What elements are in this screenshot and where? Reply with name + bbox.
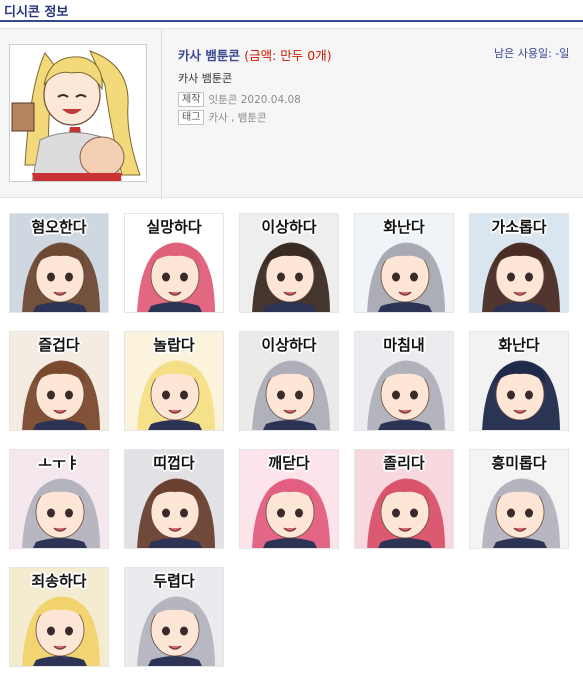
section-title: 디시콘 정보 bbox=[4, 5, 69, 20]
emoticon-tile[interactable]: 이상하다 bbox=[239, 331, 339, 431]
emoticon-label: 실망하다 bbox=[146, 218, 202, 236]
con-info-panel: 카사 뱀툰콘 (금액: 만두 0개) 남은 사용일: -일 카사 뱀툰콘 제작 … bbox=[0, 28, 583, 199]
emoticon-label: 즐겁다 bbox=[38, 336, 80, 354]
maker-value[interactable]: 잇툰콘 bbox=[208, 92, 237, 107]
emoticon-tile[interactable]: 깨닫다 bbox=[239, 449, 339, 549]
section-header: 디시콘 정보 bbox=[0, 0, 583, 22]
emoticon-label: ㅗㅜㅑ bbox=[38, 454, 80, 472]
emoticon-tile[interactable]: ㅗㅜㅑ bbox=[9, 449, 109, 549]
emoticon-label: 마침내 bbox=[383, 336, 425, 354]
panel-divider bbox=[161, 29, 162, 199]
tags-value[interactable]: 카사 , 뱀툰콘 bbox=[208, 110, 266, 125]
emoticon-tile[interactable]: 화난다 bbox=[354, 213, 454, 313]
emoticon-label: 졸리다 bbox=[383, 454, 425, 472]
con-subtitle: 카사 뱀툰콘 bbox=[178, 72, 233, 85]
release-date: 2020.04.08 bbox=[240, 93, 301, 106]
emoticon-tile[interactable]: 가소롭다 bbox=[469, 213, 569, 313]
emoticon-tile[interactable]: 실망하다 bbox=[124, 213, 224, 313]
emoticon-tile[interactable]: 띠껍다 bbox=[124, 449, 224, 549]
emoticon-tile[interactable]: 즐겁다 bbox=[9, 331, 109, 431]
tags-tag: 태그 bbox=[178, 110, 205, 125]
emoticon-label: 화난다 bbox=[498, 336, 540, 354]
emoticon-tile[interactable]: 죄송하다 bbox=[9, 567, 109, 667]
con-name: 카사 뱀툰콘 bbox=[178, 48, 240, 63]
emoticon-tile[interactable]: 놀랍다 bbox=[124, 331, 224, 431]
con-price: (금액: 만두 0개) bbox=[244, 48, 332, 63]
emoticon-tile[interactable]: 혐오한다 bbox=[9, 213, 109, 313]
maker-tag: 제작 bbox=[178, 92, 205, 107]
emoticon-label: 두렵다 bbox=[153, 572, 195, 590]
emoticon-label: 깨닫다 bbox=[268, 454, 310, 472]
emoticon-tile[interactable]: 두렵다 bbox=[124, 567, 224, 667]
emoticon-tile[interactable]: 마침내 bbox=[354, 331, 454, 431]
emoticon-label: 가소롭다 bbox=[491, 218, 547, 236]
emoticon-tile[interactable]: 이상하다 bbox=[239, 213, 339, 313]
emoticon-label: 이상하다 bbox=[261, 218, 317, 236]
remaining-days: 남은 사용일: -일 bbox=[494, 47, 570, 60]
emoticon-label: 흥미롭다 bbox=[491, 454, 547, 472]
emoticon-tile[interactable]: 흥미롭다 bbox=[469, 449, 569, 549]
emoticon-label: 띠껍다 bbox=[153, 454, 195, 472]
emoticon-tile[interactable]: 화난다 bbox=[469, 331, 569, 431]
emoticon-label: 이상하다 bbox=[261, 336, 317, 354]
tags-row: 태그 카사 , 뱀툰콘 bbox=[178, 110, 267, 125]
emoticon-label: 죄송하다 bbox=[31, 572, 87, 590]
emoticon-label: 화난다 bbox=[383, 218, 425, 236]
emoticon-label: 놀랍다 bbox=[153, 336, 195, 354]
con-main-thumbnail[interactable] bbox=[9, 44, 147, 182]
con-title: 카사 뱀툰콘 (금액: 만두 0개) bbox=[178, 45, 332, 64]
maker-row: 제작 잇툰콘 2020.04.08 bbox=[178, 92, 301, 107]
emoticon-tile[interactable]: 졸리다 bbox=[354, 449, 454, 549]
emoticon-label: 혐오한다 bbox=[31, 218, 87, 236]
